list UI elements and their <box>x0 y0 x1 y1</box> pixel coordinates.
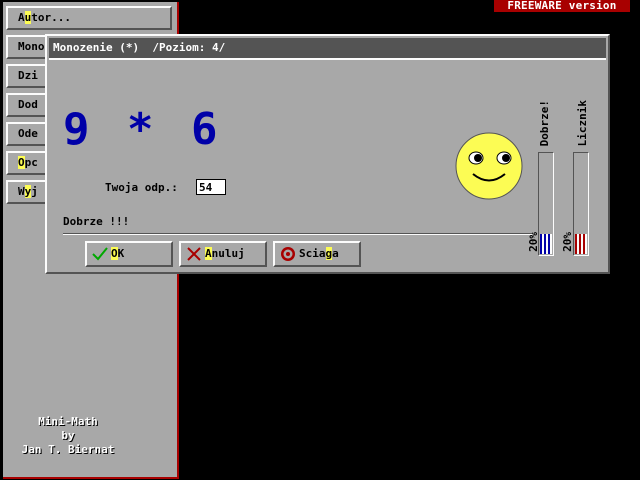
cheat-label: a <box>332 247 339 260</box>
freeware-badge: FREEWARE version <box>494 0 630 12</box>
exercise-dialog: Monozenie (*) /Poziom: 4/ 9 * 6 Twoja odp.… <box>45 34 610 274</box>
menu-item-hotkey: O <box>18 156 25 169</box>
menu-item-label: W <box>18 185 25 198</box>
answer-input[interactable] <box>196 179 226 195</box>
smiley-face-icon <box>455 132 523 200</box>
credits: Mini-Math by Jan T. Biernat <box>3 415 133 457</box>
meter-correct-label: Dobrze! <box>538 100 551 147</box>
menu-item-label: j <box>31 185 38 198</box>
cancel-button[interactable]: Anuluj <box>179 241 267 267</box>
answer-label: Twoja odp.: <box>105 181 178 194</box>
operand-b: 6 <box>191 104 218 155</box>
ok-label: K <box>117 247 125 260</box>
meter-counter-label: Licznik <box>576 100 589 147</box>
checkmark-icon <box>92 247 108 261</box>
menu-item-label: Dzi <box>18 69 38 82</box>
menu-item-label: tor... <box>31 11 71 24</box>
operand-a: 9 <box>63 104 90 155</box>
menu-item-label: A <box>18 11 25 24</box>
feedback-text: Dobrze !!! <box>63 215 130 228</box>
cheat-button[interactable]: Sciaga <box>273 241 361 267</box>
menu-item-label: pc <box>24 156 38 169</box>
menu-item-label: Mono <box>18 40 45 53</box>
operator: * <box>127 104 154 155</box>
ok-button[interactable]: OK <box>85 241 173 267</box>
math-problem: 9 * 6 <box>63 108 255 152</box>
cancel-hotkey: A <box>205 247 212 260</box>
dialog-body: 9*6 Twoja odp.: Dobrze !!! OK Anuluj <box>49 62 606 270</box>
dialog-title[interactable]: Monozenie (*) /Poziom: 4/ <box>49 38 606 60</box>
cheat-label: Scia <box>299 247 326 260</box>
divider <box>63 233 533 235</box>
menu-item-label: Dod <box>18 98 38 111</box>
ok-hotkey: O <box>111 247 118 260</box>
cancel-label: nuluj <box>211 247 245 260</box>
menu-item-label: Ode <box>18 127 38 140</box>
meter-correct <box>538 152 554 256</box>
x-mark-icon <box>187 247 201 261</box>
meter-counter-fill <box>575 234 587 254</box>
credits-app-name: Mini-Math <box>38 415 98 428</box>
meter-counter <box>573 152 589 256</box>
menu-item-autor[interactable]: Autor... <box>6 6 172 30</box>
meter-correct-fill <box>540 234 552 254</box>
credits-author: Jan T. Biernat <box>21 443 115 456</box>
target-icon <box>281 247 295 261</box>
credits-by: by <box>61 429 75 442</box>
desktop: FREEWARE version Autor... Mono Dzi Dod O… <box>0 0 640 480</box>
